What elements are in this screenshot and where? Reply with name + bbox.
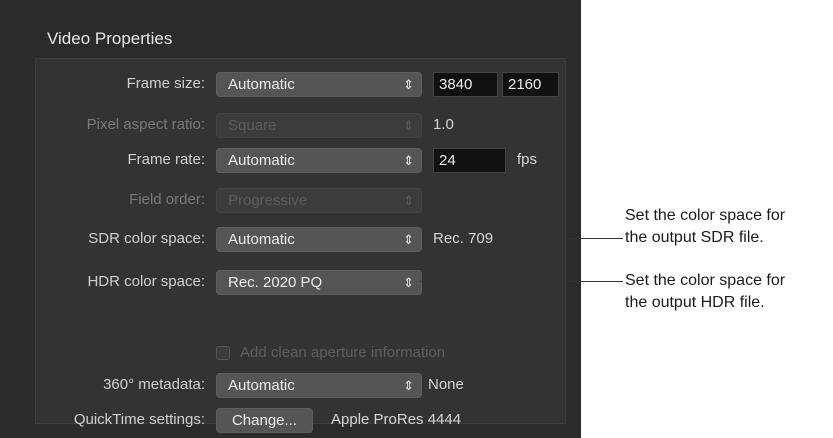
sdr-callout-line <box>508 238 623 239</box>
frame-width-field[interactable]: 3840 <box>433 72 498 97</box>
sdr-callout-line1: Set the color space for <box>625 207 786 224</box>
pixel-aspect-label: Pixel aspect ratio: <box>86 116 205 133</box>
sdr-callout-line2: the output SDR file. <box>625 229 764 246</box>
field-order-label: Field order: <box>129 191 205 208</box>
sdr-color-space-popup[interactable]: Automatic ⇕ <box>216 227 422 252</box>
sdr-color-space-readout: Rec. 709 <box>433 230 494 247</box>
frame-rate-value: Automatic <box>228 152 295 169</box>
pixel-aspect-value: Square <box>228 117 277 134</box>
up-down-chevron-icon: ⇕ <box>403 378 414 393</box>
sdr-color-space-label: SDR color space: <box>88 230 205 247</box>
metadata-360-label: 360° metadata: <box>103 376 205 393</box>
hdr-callout-line <box>420 281 623 282</box>
hdr-callout-line1: Set the color space for <box>625 272 786 289</box>
up-down-chevron-icon: ⇕ <box>403 153 414 168</box>
clean-aperture-label: Add clean aperture information <box>240 344 446 361</box>
hdr-color-space-popup[interactable]: Rec. 2020 PQ ⇕ <box>216 270 422 295</box>
hdr-color-space-value: Rec. 2020 PQ <box>228 274 323 291</box>
sdr-callout: Set the color space for the output SDR f… <box>625 205 785 249</box>
up-down-chevron-icon: ⇕ <box>403 232 414 247</box>
clean-aperture-checkbox[interactable] <box>216 346 230 360</box>
frame-size-label: Frame size: <box>126 75 205 92</box>
frame-rate-label: Frame rate: <box>127 151 205 168</box>
quicktime-settings-label: QuickTime settings: <box>73 411 205 428</box>
up-down-chevron-icon: ⇕ <box>403 193 414 208</box>
frame-rate-popup[interactable]: Automatic ⇕ <box>216 148 422 173</box>
fps-unit: fps <box>517 151 538 168</box>
metadata-360-value: Automatic <box>228 377 295 394</box>
up-down-chevron-icon: ⇕ <box>403 77 414 92</box>
quicktime-codec-readout: Apple ProRes 4444 <box>331 411 462 428</box>
metadata-360-popup[interactable]: Automatic ⇕ <box>216 373 422 398</box>
fps-field[interactable]: 24 <box>433 148 506 173</box>
video-properties-panel: Video Properties Frame size: Automatic ⇕… <box>0 0 581 438</box>
field-order-value: Progressive <box>228 192 308 209</box>
sdr-color-space-value: Automatic <box>228 231 295 248</box>
frame-size-value: Automatic <box>228 76 295 93</box>
panel-title: Video Properties <box>47 29 173 48</box>
pixel-aspect-readout: 1.0 <box>433 116 454 133</box>
up-down-chevron-icon: ⇕ <box>403 118 414 133</box>
pixel-aspect-popup: Square ⇕ <box>216 113 422 138</box>
hdr-callout-line2: the output HDR file. <box>625 294 765 311</box>
hdr-color-space-label: HDR color space: <box>87 273 205 290</box>
field-order-popup: Progressive ⇕ <box>216 188 422 213</box>
frame-size-popup[interactable]: Automatic ⇕ <box>216 72 422 97</box>
change-button[interactable]: Change... <box>216 408 313 433</box>
metadata-360-readout: None <box>428 376 464 393</box>
frame-height-field[interactable]: 2160 <box>502 72 559 97</box>
up-down-chevron-icon: ⇕ <box>403 275 414 290</box>
hdr-callout: Set the color space for the output HDR f… <box>625 270 785 314</box>
